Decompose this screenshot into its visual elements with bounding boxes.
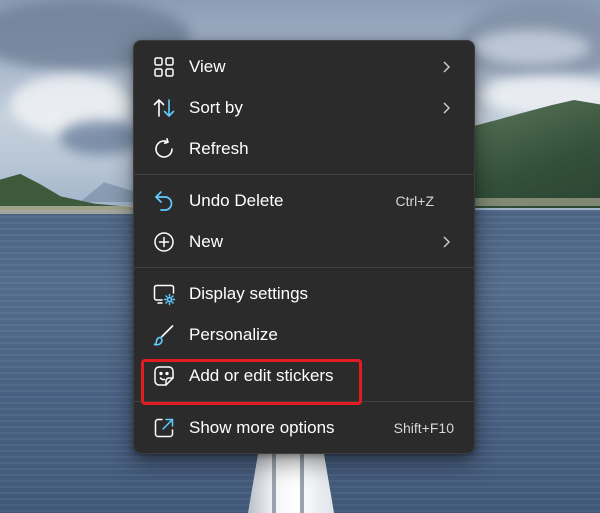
menu-item-label: View bbox=[189, 56, 226, 76]
menu-item-add-or-edit-stickers[interactable]: Add or edit stickers bbox=[134, 355, 474, 396]
keyboard-shortcut: Shift+F10 bbox=[393, 419, 454, 436]
menu-item-sort-by[interactable]: Sort by bbox=[134, 87, 474, 128]
refresh-icon bbox=[152, 137, 176, 161]
menu-item-label: Personalize bbox=[189, 324, 278, 344]
desktop-context-menu: View Sort by Refresh Undo Delete Ctrl+Z … bbox=[133, 40, 475, 454]
menu-item-refresh[interactable]: Refresh bbox=[134, 128, 474, 169]
menu-separator bbox=[134, 174, 474, 175]
chevron-right-icon bbox=[440, 59, 452, 75]
wallpaper-lighthouse bbox=[248, 452, 334, 513]
chevron-right-icon bbox=[440, 100, 452, 116]
keyboard-shortcut: Ctrl+Z bbox=[395, 192, 435, 209]
menu-item-label: Add or edit stickers bbox=[189, 365, 334, 385]
menu-item-label: Undo Delete bbox=[189, 190, 284, 210]
menu-item-display-settings[interactable]: Display settings bbox=[134, 273, 474, 314]
menu-item-label: Display settings bbox=[189, 283, 309, 303]
chevron-right-icon bbox=[440, 234, 452, 250]
menu-item-label: Sort by bbox=[189, 97, 243, 117]
menu-item-undo-delete[interactable]: Undo Delete Ctrl+Z bbox=[134, 180, 474, 221]
menu-item-view[interactable]: View bbox=[134, 46, 474, 87]
menu-item-new[interactable]: New bbox=[134, 221, 474, 262]
plus-circle-icon bbox=[152, 230, 176, 254]
grid-view-icon bbox=[152, 55, 176, 79]
menu-item-label: Show more options bbox=[189, 417, 335, 437]
menu-item-label: Refresh bbox=[189, 138, 249, 158]
menu-item-show-more-options[interactable]: Show more options Shift+F10 bbox=[134, 407, 474, 448]
open-external-icon bbox=[152, 416, 176, 440]
brush-icon bbox=[152, 323, 176, 347]
menu-separator bbox=[134, 401, 474, 402]
undo-icon bbox=[152, 189, 176, 213]
sort-arrows-icon bbox=[152, 96, 176, 120]
display-settings-icon bbox=[152, 282, 176, 306]
menu-item-personalize[interactable]: Personalize bbox=[134, 314, 474, 355]
sticker-icon bbox=[152, 364, 176, 388]
menu-separator bbox=[134, 267, 474, 268]
menu-item-label: New bbox=[189, 231, 224, 251]
